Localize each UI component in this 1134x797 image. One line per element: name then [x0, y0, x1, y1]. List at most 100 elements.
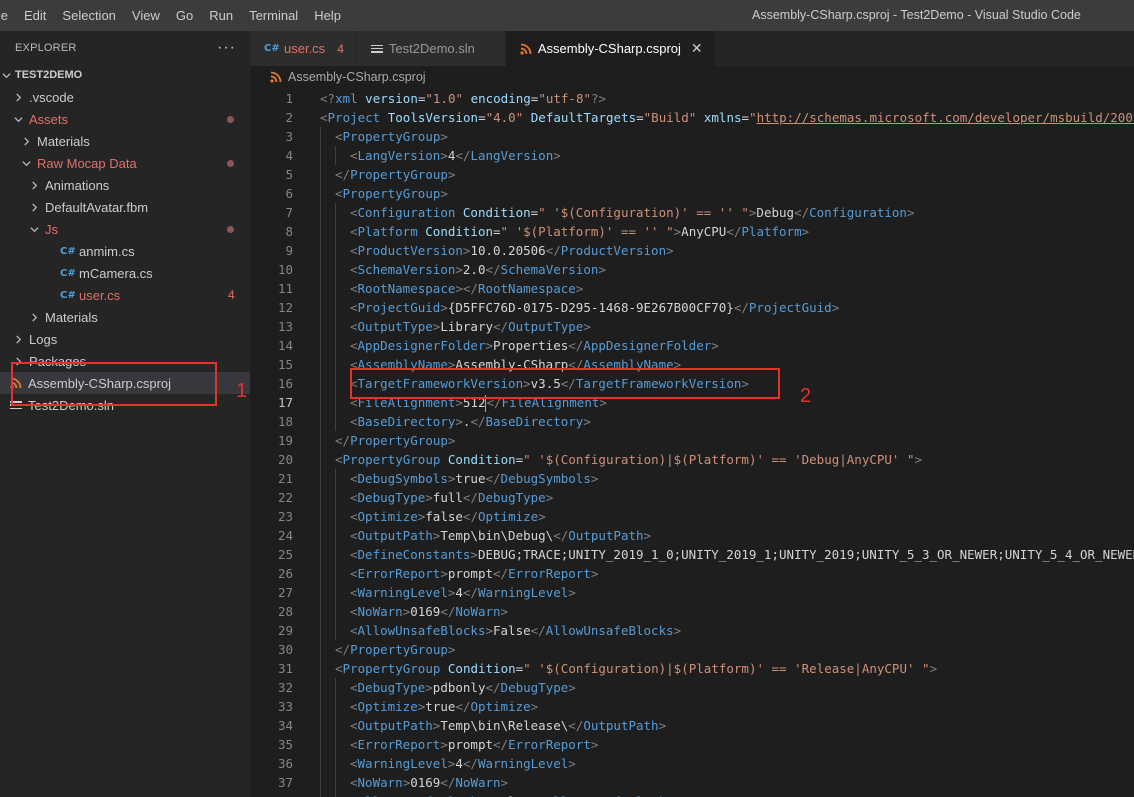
line-number: 33	[277, 699, 293, 714]
tree-folder[interactable]: .vscode	[0, 86, 250, 108]
breadcrumb[interactable]: Assembly-CSharp.csproj	[250, 66, 1134, 88]
indent-guide	[320, 716, 321, 735]
menu-terminal[interactable]: Terminal	[241, 0, 306, 31]
code-line[interactable]: 37 <NoWarn>0169</NoWarn>	[250, 773, 1134, 792]
menu-view[interactable]: View	[124, 0, 168, 31]
code-text: <ProjectGuid>{D5FFC76D-0175-D295-1468-9E…	[350, 300, 840, 315]
code-line[interactable]: 32 <DebugType>pdbonly</DebugType>	[250, 678, 1134, 697]
tab-test2demo-sln[interactable]: Test2Demo.sln	[356, 31, 506, 66]
line-number: 19	[277, 433, 293, 448]
code-line[interactable]: 4 <LangVersion>4</LangVersion>	[250, 146, 1134, 165]
breadcrumb-file[interactable]: Assembly-CSharp.csproj	[288, 70, 426, 84]
code-text: <WarningLevel>4</WarningLevel>	[350, 756, 576, 771]
tree-folder[interactable]: Animations	[0, 174, 250, 196]
line-number: 13	[277, 319, 293, 334]
code-line[interactable]: 7 <Configuration Condition=" '$(Configura…	[250, 203, 1134, 222]
indent-guide	[320, 507, 321, 526]
code-text: <OutputPath>Temp\bin\Release\</OutputPat…	[350, 718, 667, 733]
indent-guide	[335, 469, 336, 488]
code-text: <DebugType>pdbonly</DebugType>	[350, 680, 576, 695]
tree-item-label: Materials	[37, 133, 90, 149]
close-icon[interactable]: ✕	[691, 40, 703, 57]
indent-guide	[335, 716, 336, 735]
indent-guide	[335, 545, 336, 564]
code-text: <WarningLevel>4</WarningLevel>	[350, 585, 576, 600]
indent-guide	[335, 773, 336, 792]
tab-assembly-csharp-csproj[interactable]: Assembly-CSharp.csproj ✕	[505, 31, 716, 66]
menu-edit[interactable]: Edit	[16, 0, 54, 31]
code-line[interactable]: 31 <PropertyGroup Condition=" '$(Configur…	[250, 659, 1134, 678]
code-line[interactable]: 20 <PropertyGroup Condition=" '$(Configur…	[250, 450, 1134, 469]
code-line[interactable]: 18 <BaseDirectory>.</BaseDirectory>	[250, 412, 1134, 431]
code-text: <RootNamespace></RootNamespace>	[350, 281, 584, 296]
tree-folder[interactable]: Logs	[0, 328, 250, 350]
tree-folder[interactable]: Js	[0, 218, 250, 240]
menu-file[interactable]: ile	[0, 0, 16, 31]
problem-count-badge: 4	[337, 41, 344, 56]
indent-guide	[320, 678, 321, 697]
code-line[interactable]: 28 <NoWarn>0169</NoWarn>	[250, 602, 1134, 621]
solution-file-icon	[370, 43, 383, 55]
code-line[interactable]: 14 <AppDesignerFolder>Properties</AppDesi…	[250, 336, 1134, 355]
modified-dot-indicator	[227, 226, 234, 233]
code-line[interactable]: 29 <AllowUnsafeBlocks>False</AllowUnsafeB…	[250, 621, 1134, 640]
code-line[interactable]: 26 <ErrorReport>prompt</ErrorReport>	[250, 564, 1134, 583]
code-line[interactable]: 9 <ProductVersion>10.0.20506</ProductVers…	[250, 241, 1134, 260]
indent-guide	[335, 222, 336, 241]
tree-folder[interactable]: DefaultAvatar.fbm	[0, 196, 250, 218]
code-text: <LangVersion>4</LangVersion>	[350, 148, 561, 163]
code-line[interactable]: 13 <OutputType>Library</OutputType>	[250, 317, 1134, 336]
code-line[interactable]: 12 <ProjectGuid>{D5FFC76D-0175-D295-1468-…	[250, 298, 1134, 317]
code-line[interactable]: 36 <WarningLevel>4</WarningLevel>	[250, 754, 1134, 773]
code-line[interactable]: 2 <Project ToolsVersion="4.0" DefaultTarg…	[250, 108, 1134, 127]
tree-folder[interactable]: Assets	[0, 108, 250, 130]
tab-user-cs[interactable]: C# user.cs 4	[250, 31, 357, 66]
indent-guide	[335, 374, 336, 393]
tree-folder[interactable]: Materials	[0, 306, 250, 328]
indent-guide	[320, 241, 321, 260]
code-line[interactable]: 8 <Platform Condition=" '$(Platform)' == …	[250, 222, 1134, 241]
code-line[interactable]: 27 <WarningLevel>4</WarningLevel>	[250, 583, 1134, 602]
code-line[interactable]: 34 <OutputPath>Temp\bin\Release\</OutputP…	[250, 716, 1134, 735]
tree-folder[interactable]: Raw Mocap Data	[0, 152, 250, 174]
tree-file[interactable]: C# user.cs 4	[0, 284, 250, 306]
code-line[interactable]: 11 <RootNamespace></RootNamespace>	[250, 279, 1134, 298]
code-line[interactable]: 38 <AllowUnsafeBlocks>False</AllowUnsafeB…	[250, 792, 1134, 797]
code-line[interactable]: 19 </PropertyGroup>	[250, 431, 1134, 450]
code-line[interactable]: 10 <SchemaVersion>2.0</SchemaVersion>	[250, 260, 1134, 279]
line-number: 11	[277, 281, 293, 296]
menu-run[interactable]: Run	[201, 0, 241, 31]
line-number: 15	[277, 357, 293, 372]
code-line[interactable]: 3 <PropertyGroup>	[250, 127, 1134, 146]
code-line[interactable]: 33 <Optimize>true</Optimize>	[250, 697, 1134, 716]
code-text: <PropertyGroup Condition=" '$(Configurat…	[335, 452, 923, 467]
code-line[interactable]: 25 <DefineConstants>DEBUG;TRACE;UNITY_201…	[250, 545, 1134, 564]
code-text: </PropertyGroup>	[335, 642, 456, 657]
code-text: <NoWarn>0169</NoWarn>	[350, 604, 509, 619]
menu-selection[interactable]: Selection	[54, 0, 123, 31]
indent-guide	[320, 583, 321, 602]
tree-file[interactable]: C# anmim.cs	[0, 240, 250, 262]
indent-guide	[320, 184, 321, 203]
code-line[interactable]: 1 <?xml version="1.0" encoding="utf-8"?>	[250, 89, 1134, 108]
indent-guide	[320, 374, 321, 393]
code-editor[interactable]: 1 <?xml version="1.0" encoding="utf-8"?> 2…	[250, 87, 1134, 797]
code-line[interactable]: 21 <DebugSymbols>true</DebugSymbols>	[250, 469, 1134, 488]
code-line[interactable]: 6 <PropertyGroup>	[250, 184, 1134, 203]
code-line[interactable]: 35 <ErrorReport>prompt</ErrorReport>	[250, 735, 1134, 754]
code-line[interactable]: 5 </PropertyGroup>	[250, 165, 1134, 184]
line-number: 35	[277, 737, 293, 752]
menu-go[interactable]: Go	[168, 0, 201, 31]
code-line[interactable]: 23 <Optimize>false</Optimize>	[250, 507, 1134, 526]
code-line[interactable]: 24 <OutputPath>Temp\bin\Debug\</OutputPat…	[250, 526, 1134, 545]
code-text: <Project ToolsVersion="4.0" DefaultTarge…	[320, 110, 1134, 125]
tree-item-label: mCamera.cs	[79, 265, 153, 281]
chevron-down-icon	[22, 160, 31, 166]
menu-help[interactable]: Help	[306, 0, 349, 31]
code-line[interactable]: 30 </PropertyGroup>	[250, 640, 1134, 659]
tree-folder[interactable]: Materials	[0, 130, 250, 152]
more-actions-icon[interactable]: ···	[217, 39, 236, 55]
tree-file[interactable]: C# mCamera.cs	[0, 262, 250, 284]
code-line[interactable]: 22 <DebugType>full</DebugType>	[250, 488, 1134, 507]
tree-root-folder[interactable]: TEST2DEMO	[0, 64, 250, 86]
